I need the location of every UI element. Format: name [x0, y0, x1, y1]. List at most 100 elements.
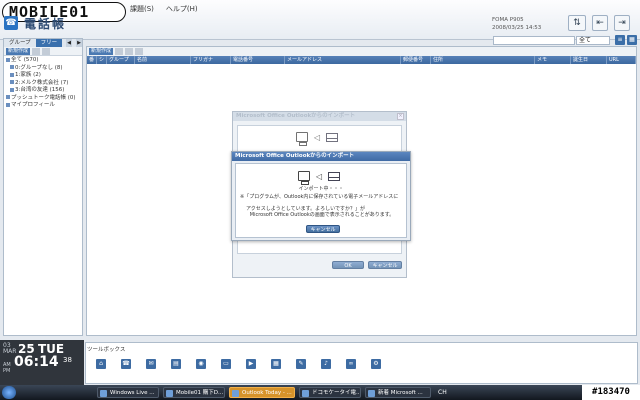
dialog-progress-area: [237, 240, 402, 254]
dialog-panel: ◁: [237, 125, 402, 153]
folder-icon: [10, 80, 14, 84]
copy-contact-button[interactable]: [125, 48, 134, 55]
phonebook-icon[interactable]: ☎: [121, 359, 131, 369]
tree-item[interactable]: プッシュトーク電話帳 (0): [6, 95, 80, 103]
search-input[interactable]: [493, 36, 575, 45]
app-header: MOBILE01 ☎ 電話帳 課題(S) ヘルプ(H) FOMA P905 20…: [0, 0, 640, 40]
taskbar-task[interactable]: 新着 Microsoft ...: [365, 387, 431, 398]
ok-button[interactable]: OK: [332, 261, 364, 269]
group-tabs: グループ フリー ◀ ▶: [4, 39, 82, 47]
camera-icon[interactable]: ◉: [196, 359, 206, 369]
new-group-button[interactable]: 新規作成: [6, 48, 31, 55]
calendar-icon[interactable]: ▤: [171, 359, 181, 369]
contact-table-header: 番 シ グループ 名前 フリガナ 電話番号 メールアドレス 郵便番号 住所 メモ…: [87, 56, 636, 64]
cancel-button[interactable]: キャンセル: [368, 261, 402, 269]
post-id-watermark: #183470: [582, 385, 640, 400]
music-icon[interactable]: ♪: [321, 359, 331, 369]
delete-contact-button[interactable]: [135, 48, 144, 55]
search-scope-select[interactable]: 全て: [576, 36, 610, 45]
column-header[interactable]: 郵便番号: [401, 56, 431, 64]
start-button[interactable]: [2, 386, 16, 399]
tab-next-icon[interactable]: ▶: [76, 39, 82, 47]
cancel-import-button[interactable]: キャンセル: [306, 225, 340, 233]
tv-icon[interactable]: ▭: [221, 359, 231, 369]
app-title: 電話帳: [24, 17, 67, 31]
system-tray-language[interactable]: CH: [438, 387, 447, 398]
video-icon[interactable]: ▶: [246, 359, 256, 369]
column-header[interactable]: シ: [97, 56, 107, 64]
home-icon[interactable]: ⌂: [96, 359, 106, 369]
column-header[interactable]: フリガナ: [191, 56, 231, 64]
dialog-title: Microsoft Office Outlookからのインポート: [233, 112, 406, 121]
tree-item[interactable]: 3:台湾の友達 (156): [6, 87, 80, 95]
warning-line-1: ※「プログラムが、Outlook内に保存されている電子メールアドレスに: [240, 194, 399, 200]
column-header[interactable]: 電話番号: [231, 56, 285, 64]
tree-item[interactable]: 1:家族 (2): [6, 72, 80, 80]
settings-icon[interactable]: ⚙: [371, 359, 381, 369]
column-header[interactable]: 誕生日: [571, 56, 607, 64]
transfer-graphic: ◁: [296, 132, 339, 146]
view-grid-icon[interactable]: ▦: [627, 35, 637, 45]
phone-sync-icon[interactable]: ⇅: [568, 15, 586, 31]
folder-icon: [10, 65, 14, 69]
column-header[interactable]: メモ: [535, 56, 571, 64]
import-icon[interactable]: ⇤: [592, 15, 608, 31]
folder-icon: [10, 87, 14, 92]
profile-icon: [6, 102, 10, 107]
device-model: FOMA P905: [492, 17, 524, 23]
column-header[interactable]: URL: [607, 56, 636, 64]
taskbar-task[interactable]: Windows Live ...: [97, 387, 159, 398]
group-toolbar: 新規作成: [4, 47, 82, 56]
menu-bar: 課題(S) ヘルプ(H): [128, 4, 200, 14]
edit-group-button[interactable]: [32, 48, 41, 55]
group-pane: グループ フリー ◀ ▶ 新規作成 全て (570) 0:グループなし (8) …: [3, 38, 83, 336]
transfer-graphic: ◁: [298, 171, 341, 185]
column-header[interactable]: グループ: [107, 56, 135, 64]
column-header[interactable]: 名前: [135, 56, 191, 64]
tab-group[interactable]: グループ: [4, 39, 36, 47]
device-info: FOMA P905 2008/03/25 14:53: [492, 16, 541, 32]
clock-ampm: AM PM: [3, 362, 11, 374]
close-icon[interactable]: ×: [397, 113, 404, 120]
edit-contact-button[interactable]: [115, 48, 124, 55]
view-list-icon[interactable]: ≡: [615, 35, 625, 45]
group-tree: 全て (570) 0:グループなし (8) 1:家族 (2) 2:メルク株式会社…: [4, 56, 82, 111]
arrow-left-icon: ◁: [316, 171, 323, 181]
column-header[interactable]: 番: [87, 56, 97, 64]
warning-line-3: Microsoft Office Outlookの画面で表示されることがあります…: [249, 212, 395, 218]
toolbox-label: ツールボックス: [87, 347, 126, 353]
tree-item[interactable]: マイプロフィール: [6, 102, 80, 110]
export-icon[interactable]: ⇥: [614, 15, 630, 31]
mail-icon: [328, 171, 341, 181]
delete-group-button[interactable]: [42, 48, 51, 55]
taskbar: Windows Live ... Mobile01 購下D... Outlook…: [0, 385, 640, 400]
clock-widget: 03 MAR 25 TUE AM PM 06:14 38: [0, 340, 84, 385]
phonebook-app: MOBILE01 ☎ 電話帳 課題(S) ヘルプ(H) FOMA P905 20…: [0, 0, 640, 400]
tree-item[interactable]: 0:グループなし (8): [6, 65, 80, 73]
link-icon[interactable]: ∞: [346, 359, 356, 369]
column-header[interactable]: 住所: [431, 56, 535, 64]
document-icon[interactable]: ▦: [271, 359, 281, 369]
column-header[interactable]: メールアドレス: [285, 56, 401, 64]
taskbar-task[interactable]: Mobile01 購下D...: [163, 387, 225, 398]
mail-icon: [326, 132, 339, 142]
menu-item-settings[interactable]: 課題(S): [128, 4, 156, 14]
pc-icon: [296, 132, 308, 146]
tab-prev-icon[interactable]: ◀: [66, 39, 73, 47]
menu-item-help[interactable]: ヘルプ(H): [164, 4, 200, 14]
import-progress-dialog: Microsoft Office Outlookからのインポート ◁ インポート…: [231, 151, 411, 241]
mail-icon[interactable]: ✉: [146, 359, 156, 369]
folder-icon: [6, 57, 10, 62]
taskbar-task-active[interactable]: Outlook Today - ...: [229, 387, 295, 398]
phonebook-app-icon: ☎: [4, 16, 18, 30]
tab-free[interactable]: フリー: [35, 39, 63, 47]
pc-icon: [298, 171, 310, 185]
tree-item[interactable]: 2:メルク株式会社 (7): [6, 80, 80, 88]
tree-item[interactable]: 全て (570): [6, 57, 80, 65]
arrow-left-icon: ◁: [314, 132, 321, 142]
new-contact-button[interactable]: 新規作成: [89, 48, 114, 55]
taskbar-task[interactable]: ドコモケータイ電...: [299, 387, 361, 398]
device-sync-time: 2008/03/25 14:53: [492, 25, 542, 31]
bookmark-icon[interactable]: ✎: [296, 359, 306, 369]
clock-seconds: 38: [63, 356, 72, 364]
